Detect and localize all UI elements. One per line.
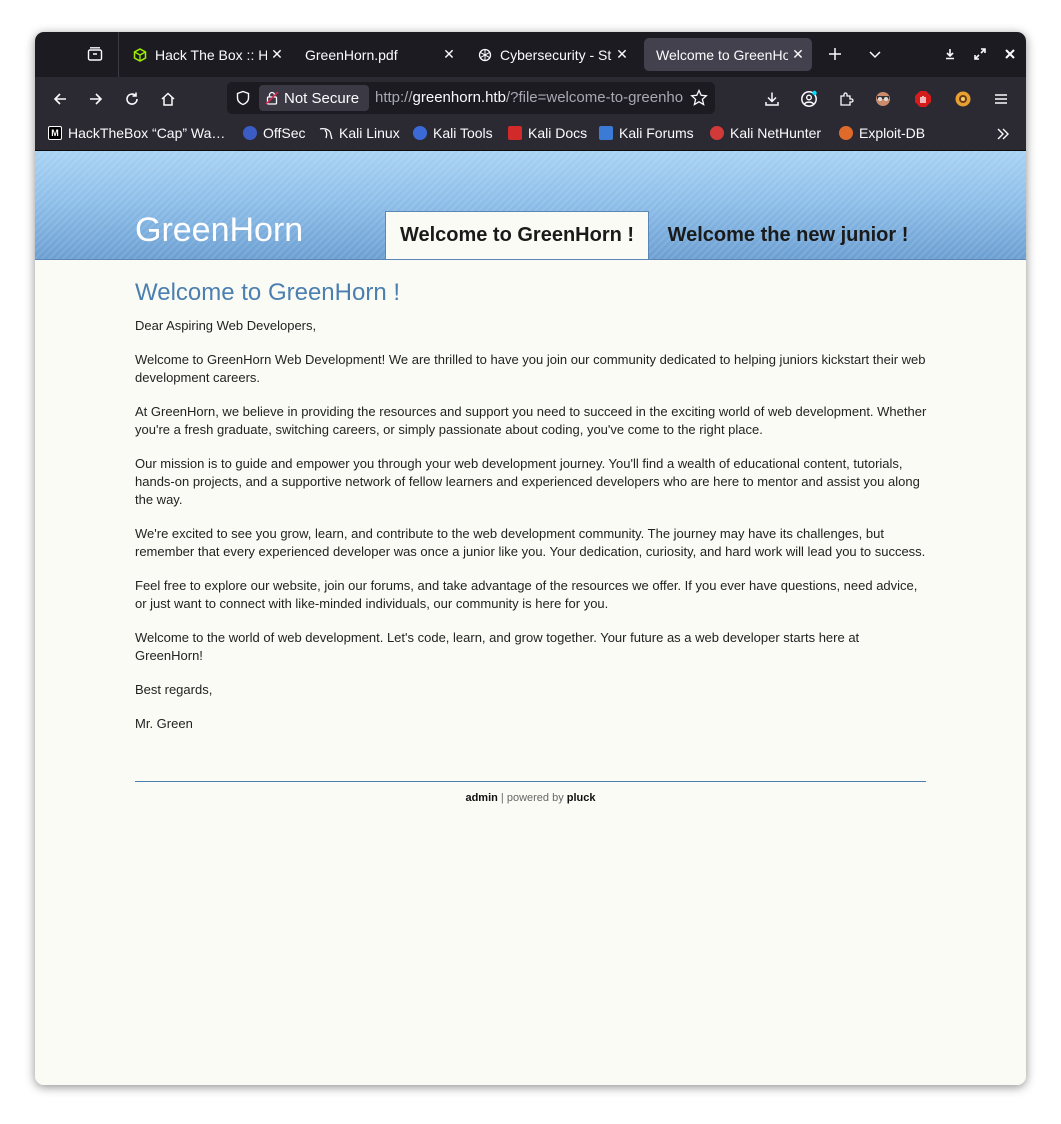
nav-tab-welcome-to-greenhorn[interactable]: Welcome to GreenHorn ! xyxy=(385,211,649,259)
offsec-icon xyxy=(243,126,257,140)
kali-nethunter-icon xyxy=(710,126,724,140)
close-tab-icon[interactable]: ✕ xyxy=(439,46,459,63)
tab-label: Cybersecurity - Study xyxy=(500,46,612,63)
new-tab-icon[interactable] xyxy=(823,42,847,66)
footer-divider xyxy=(135,781,926,782)
bookmark-offsec[interactable]: OffSec xyxy=(243,125,306,141)
downloads-icon[interactable] xyxy=(759,86,785,112)
bookmarks-overflow-icon[interactable] xyxy=(996,127,1010,141)
not-secure-indicator[interactable]: Not Secure xyxy=(259,85,369,111)
footer-separator: | powered by xyxy=(497,792,567,804)
url-text[interactable]: http://greenhorn.htb/?file=welcome-to-gr… xyxy=(375,89,683,106)
bookmark-label: Kali Forums xyxy=(619,125,694,141)
not-secure-label: Not Secure xyxy=(284,89,360,107)
bookmark-kali-linux[interactable]: Kali Linux xyxy=(319,125,400,141)
kali-dragon-icon xyxy=(319,126,333,140)
spy-extension-icon[interactable] xyxy=(870,86,896,112)
nav-tab-welcome-new-junior[interactable]: Welcome the new junior ! xyxy=(655,211,921,259)
site-header: GreenHorn Welcome to GreenHorn ! Welcome… xyxy=(35,151,1026,260)
reload-icon[interactable] xyxy=(119,86,145,112)
page-viewport: GreenHorn Welcome to GreenHorn ! Welcome… xyxy=(35,151,1026,1085)
bookmark-label: Kali Docs xyxy=(528,125,588,141)
close-tab-icon[interactable]: ✕ xyxy=(788,46,808,63)
content-paragraph: Dear Aspiring Web Developers, xyxy=(135,318,317,333)
back-icon[interactable] xyxy=(47,86,73,112)
bookmarks-toolbar: M HackTheBox “Cap” Wa… OffSec Kali Linux… xyxy=(35,119,1026,151)
content-paragraph: Welcome to the world of web development.… xyxy=(135,630,860,663)
forward-icon[interactable] xyxy=(83,86,109,112)
content-paragraph: Feel free to explore our website, join o… xyxy=(135,578,918,611)
content-paragraph: At GreenHorn, we believe in providing th… xyxy=(135,404,927,437)
menu-hamburger-icon[interactable] xyxy=(988,86,1014,112)
tab-greenhorn-pdf[interactable]: GreenHorn.pdf ✕ xyxy=(293,38,463,71)
content-paragraph: Best regards, xyxy=(135,682,213,697)
bookmark-kali-nethunter[interactable]: Kali NetHunter xyxy=(710,125,821,141)
content-paragraph: Our mission is to guide and empower you … xyxy=(135,456,920,507)
close-tab-icon[interactable]: ✕ xyxy=(612,46,632,63)
content-paragraph: Welcome to GreenHorn Web Development! We… xyxy=(135,352,926,385)
page-heading: Welcome to GreenHorn ! xyxy=(135,279,400,306)
htb-cube-icon xyxy=(133,47,147,62)
bookmark-label: Kali Linux xyxy=(339,125,400,141)
navigation-toolbar: Not Secure http://greenhorn.htb/?file=we… xyxy=(35,77,1026,119)
medium-icon: M xyxy=(48,126,62,140)
bookmark-exploit-db[interactable]: Exploit-DB xyxy=(839,125,925,141)
tab-label: Welcome to GreenHorn xyxy=(656,46,788,63)
extension-badge-icon[interactable] xyxy=(950,86,976,112)
close-window-icon[interactable] xyxy=(998,42,1022,66)
tab-welcome-greenhorn[interactable]: Welcome to GreenHorn ✕ xyxy=(644,38,812,71)
admin-link[interactable]: admin xyxy=(465,792,497,804)
maximize-window-icon[interactable] xyxy=(968,42,992,66)
main-content: Welcome to GreenHorn ! Dear Aspiring Web… xyxy=(135,279,927,749)
kali-forums-icon xyxy=(599,126,613,140)
tab-cybersecurity[interactable]: Cybersecurity - Study ✕ xyxy=(466,38,636,71)
bookmark-label: OffSec xyxy=(263,125,306,141)
ublock-stop-icon[interactable] xyxy=(910,86,936,112)
bookmark-label: HackTheBox “Cap” Wa… xyxy=(68,125,226,141)
bookmark-kali-docs[interactable]: Kali Docs xyxy=(508,125,587,141)
url-scheme: http:// xyxy=(375,89,413,106)
bookmark-label: Kali NetHunter xyxy=(730,125,822,141)
tab-overview-icon[interactable] xyxy=(81,40,109,68)
site-footer: admin | powered by pluck xyxy=(35,792,1026,804)
content-paragraph: Mr. Green xyxy=(135,716,193,731)
bookmark-label: Exploit-DB xyxy=(859,125,926,141)
shield-icon[interactable] xyxy=(235,90,251,111)
content-paragraph: We're excited to see you grow, learn, an… xyxy=(135,526,926,559)
tab-hackthebox[interactable]: Hack The Box :: Hack The Box ✕ xyxy=(121,38,291,71)
extensions-icon[interactable] xyxy=(833,86,859,112)
minimize-window-icon[interactable] xyxy=(938,42,962,66)
url-host: greenhorn.htb xyxy=(412,89,506,106)
tab-label: GreenHorn.pdf xyxy=(305,46,398,63)
insecure-lock-icon xyxy=(265,91,279,105)
pluck-link[interactable]: pluck xyxy=(567,792,596,804)
openai-icon xyxy=(478,48,492,62)
close-tab-icon[interactable]: ✕ xyxy=(267,46,287,63)
url-path: /?file=welcome-to-greenhorn xyxy=(505,89,683,106)
tab-label: Hack The Box :: Hack The Box xyxy=(155,46,267,63)
bookmark-star-icon[interactable] xyxy=(690,88,708,112)
bookmark-hackthebox-cap[interactable]: M HackTheBox “Cap” Wa… xyxy=(48,125,225,141)
list-all-tabs-icon[interactable] xyxy=(863,42,887,66)
exploit-db-icon xyxy=(839,126,853,140)
tab-separator xyxy=(118,32,119,77)
home-icon[interactable] xyxy=(155,86,181,112)
bookmark-kali-forums[interactable]: Kali Forums xyxy=(599,125,694,141)
tab-strip: Hack The Box :: Hack The Box ✕ GreenHorn… xyxy=(35,32,1026,77)
bookmark-kali-tools[interactable]: Kali Tools xyxy=(413,125,493,141)
browser-window: Hack The Box :: Hack The Box ✕ GreenHorn… xyxy=(35,32,1026,1085)
kali-tools-icon xyxy=(413,126,427,140)
kali-docs-icon xyxy=(508,126,522,140)
site-title[interactable]: GreenHorn xyxy=(135,211,303,250)
bookmark-label: Kali Tools xyxy=(433,125,493,141)
account-icon[interactable] xyxy=(796,86,822,112)
address-bar[interactable]: Not Secure http://greenhorn.htb/?file=we… xyxy=(227,82,715,114)
